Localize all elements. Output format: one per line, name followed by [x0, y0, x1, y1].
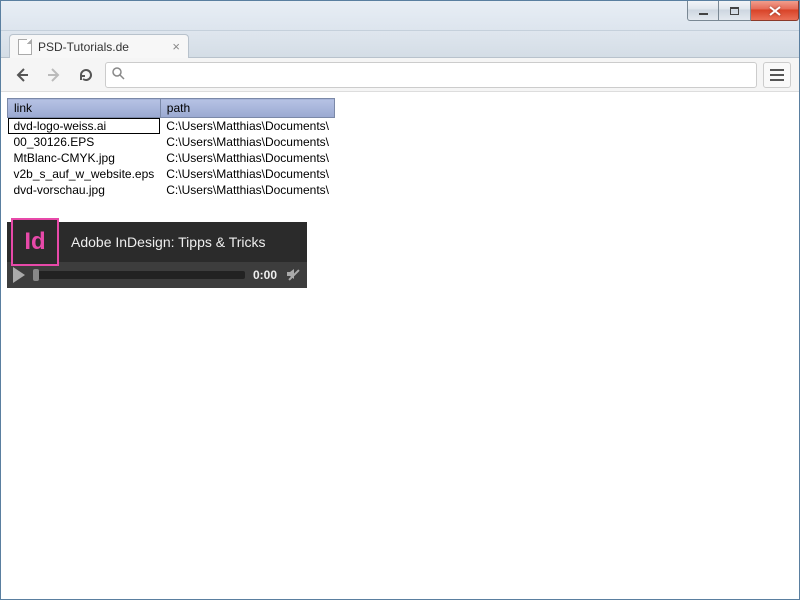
- video-title: Adobe InDesign: Tipps & Tricks: [71, 234, 266, 250]
- cell-path: C:\Users\Matthias\Documents\: [160, 166, 335, 182]
- cell-link: 00_30126.EPS: [8, 134, 161, 150]
- column-header-path[interactable]: path: [160, 99, 335, 118]
- url-input[interactable]: [131, 67, 750, 82]
- hamburger-icon: [770, 69, 784, 81]
- arrow-left-icon: [14, 67, 30, 83]
- indesign-logo-text: Id: [24, 228, 45, 256]
- window-controls: [687, 1, 799, 21]
- tab-title: PSD-Tutorials.de: [38, 40, 129, 54]
- address-bar[interactable]: [105, 62, 757, 88]
- cell-link: dvd-logo-weiss.ai: [8, 118, 161, 135]
- table-row[interactable]: MtBlanc-CMYK.jpgC:\Users\Matthias\Docume…: [8, 150, 335, 166]
- table-row[interactable]: 00_30126.EPSC:\Users\Matthias\Documents\: [8, 134, 335, 150]
- close-icon: [769, 6, 781, 16]
- table-row[interactable]: dvd-logo-weiss.aiC:\Users\Matthias\Docum…: [8, 118, 335, 135]
- cell-link: dvd-vorschau.jpg: [8, 182, 161, 198]
- video-progress-bar[interactable]: [33, 271, 245, 279]
- table-header-row: link path: [8, 99, 335, 118]
- cell-path: C:\Users\Matthias\Documents\: [160, 134, 335, 150]
- video-widget: Id Adobe InDesign: Tipps & Tricks 0:00: [7, 222, 307, 288]
- window-minimize-button[interactable]: [687, 1, 719, 21]
- cell-path: C:\Users\Matthias\Documents\: [160, 118, 335, 135]
- page-content: link path dvd-logo-weiss.aiC:\Users\Matt…: [1, 92, 799, 599]
- cell-path: C:\Users\Matthias\Documents\: [160, 182, 335, 198]
- search-icon: [112, 67, 125, 83]
- page-icon: [18, 39, 32, 55]
- browser-window: PSD-Tutorials.de × link: [0, 0, 800, 600]
- arrow-right-icon: [46, 67, 62, 83]
- tab-strip: PSD-Tutorials.de ×: [1, 31, 799, 58]
- links-table: link path dvd-logo-weiss.aiC:\Users\Matt…: [7, 98, 335, 198]
- window-close-button[interactable]: [751, 1, 799, 21]
- table-row[interactable]: v2b_s_auf_w_website.epsC:\Users\Matthias…: [8, 166, 335, 182]
- mute-button[interactable]: [285, 266, 301, 285]
- maximize-icon: [730, 7, 739, 15]
- video-header: Id Adobe InDesign: Tipps & Tricks: [7, 222, 307, 262]
- play-button[interactable]: [13, 267, 25, 283]
- window-maximize-button[interactable]: [719, 1, 751, 21]
- cell-link: MtBlanc-CMYK.jpg: [8, 150, 161, 166]
- forward-button[interactable]: [41, 62, 67, 88]
- tab-close-button[interactable]: ×: [172, 40, 180, 53]
- progress-knob[interactable]: [33, 269, 39, 281]
- back-button[interactable]: [9, 62, 35, 88]
- browser-tab[interactable]: PSD-Tutorials.de ×: [9, 34, 189, 58]
- browser-toolbar: [1, 58, 799, 92]
- indesign-logo: Id: [11, 218, 59, 266]
- minimize-icon: [699, 13, 708, 15]
- browser-menu-button[interactable]: [763, 62, 791, 88]
- reload-icon: [78, 67, 94, 83]
- reload-button[interactable]: [73, 62, 99, 88]
- window-titlebar: [1, 1, 799, 31]
- cell-path: C:\Users\Matthias\Documents\: [160, 150, 335, 166]
- column-header-link[interactable]: link: [8, 99, 161, 118]
- cell-link: v2b_s_auf_w_website.eps: [8, 166, 161, 182]
- video-time: 0:00: [253, 268, 277, 282]
- table-row[interactable]: dvd-vorschau.jpgC:\Users\Matthias\Docume…: [8, 182, 335, 198]
